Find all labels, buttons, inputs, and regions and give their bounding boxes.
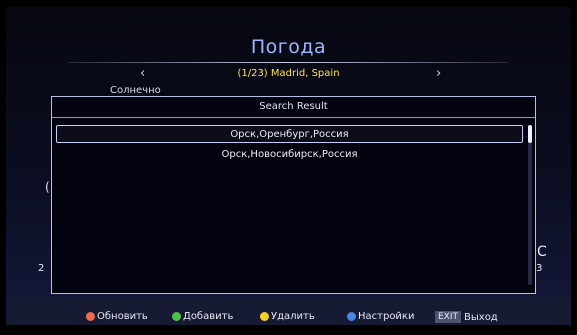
dialog-divider	[52, 117, 535, 118]
delete-label: Удалить	[271, 311, 315, 322]
title-divider	[68, 62, 508, 63]
refresh-label: Обновить	[97, 311, 148, 322]
search-result-dialog: Search Result Орск,Оренбург,Россия Орск,…	[51, 96, 536, 294]
settings-label: Настройки	[358, 311, 415, 322]
blue-key-icon	[347, 312, 356, 321]
background-left-number: 2	[38, 263, 45, 274]
next-location-arrow-icon[interactable]: ›	[436, 66, 441, 81]
search-result-item[interactable]: Орск,Новосибирск,Россия	[56, 146, 523, 164]
weather-condition: Солнечно	[110, 85, 161, 96]
search-result-list: Орск,Оренбург,Россия Орск,Новосибирск,Ро…	[56, 125, 523, 167]
background-weather-glyph: (	[45, 180, 50, 194]
settings-button[interactable]: Настройки	[347, 311, 414, 322]
scrollbar-thumb[interactable]	[528, 125, 532, 143]
exit-button[interactable]: EXIT Выход	[435, 311, 498, 323]
exit-label: Выход	[464, 311, 498, 323]
dialog-title: Search Result	[259, 101, 328, 112]
location-label: (1/23) Madrid, Spain	[237, 68, 340, 79]
add-label: Добавить	[183, 311, 234, 322]
yellow-key-icon	[260, 312, 269, 321]
red-key-icon	[86, 312, 95, 321]
search-result-item[interactable]: Орск,Оренбург,Россия	[56, 125, 523, 143]
exit-key-icon: EXIT	[435, 311, 462, 323]
delete-button[interactable]: Удалить	[260, 311, 315, 322]
green-key-icon	[172, 312, 181, 321]
refresh-button[interactable]: Обновить	[86, 311, 148, 322]
background-right-number: 3	[536, 263, 543, 274]
page-title: Погода	[250, 36, 327, 58]
dialog-scrollbar[interactable]	[528, 125, 532, 285]
add-button[interactable]: Добавить	[172, 311, 233, 322]
